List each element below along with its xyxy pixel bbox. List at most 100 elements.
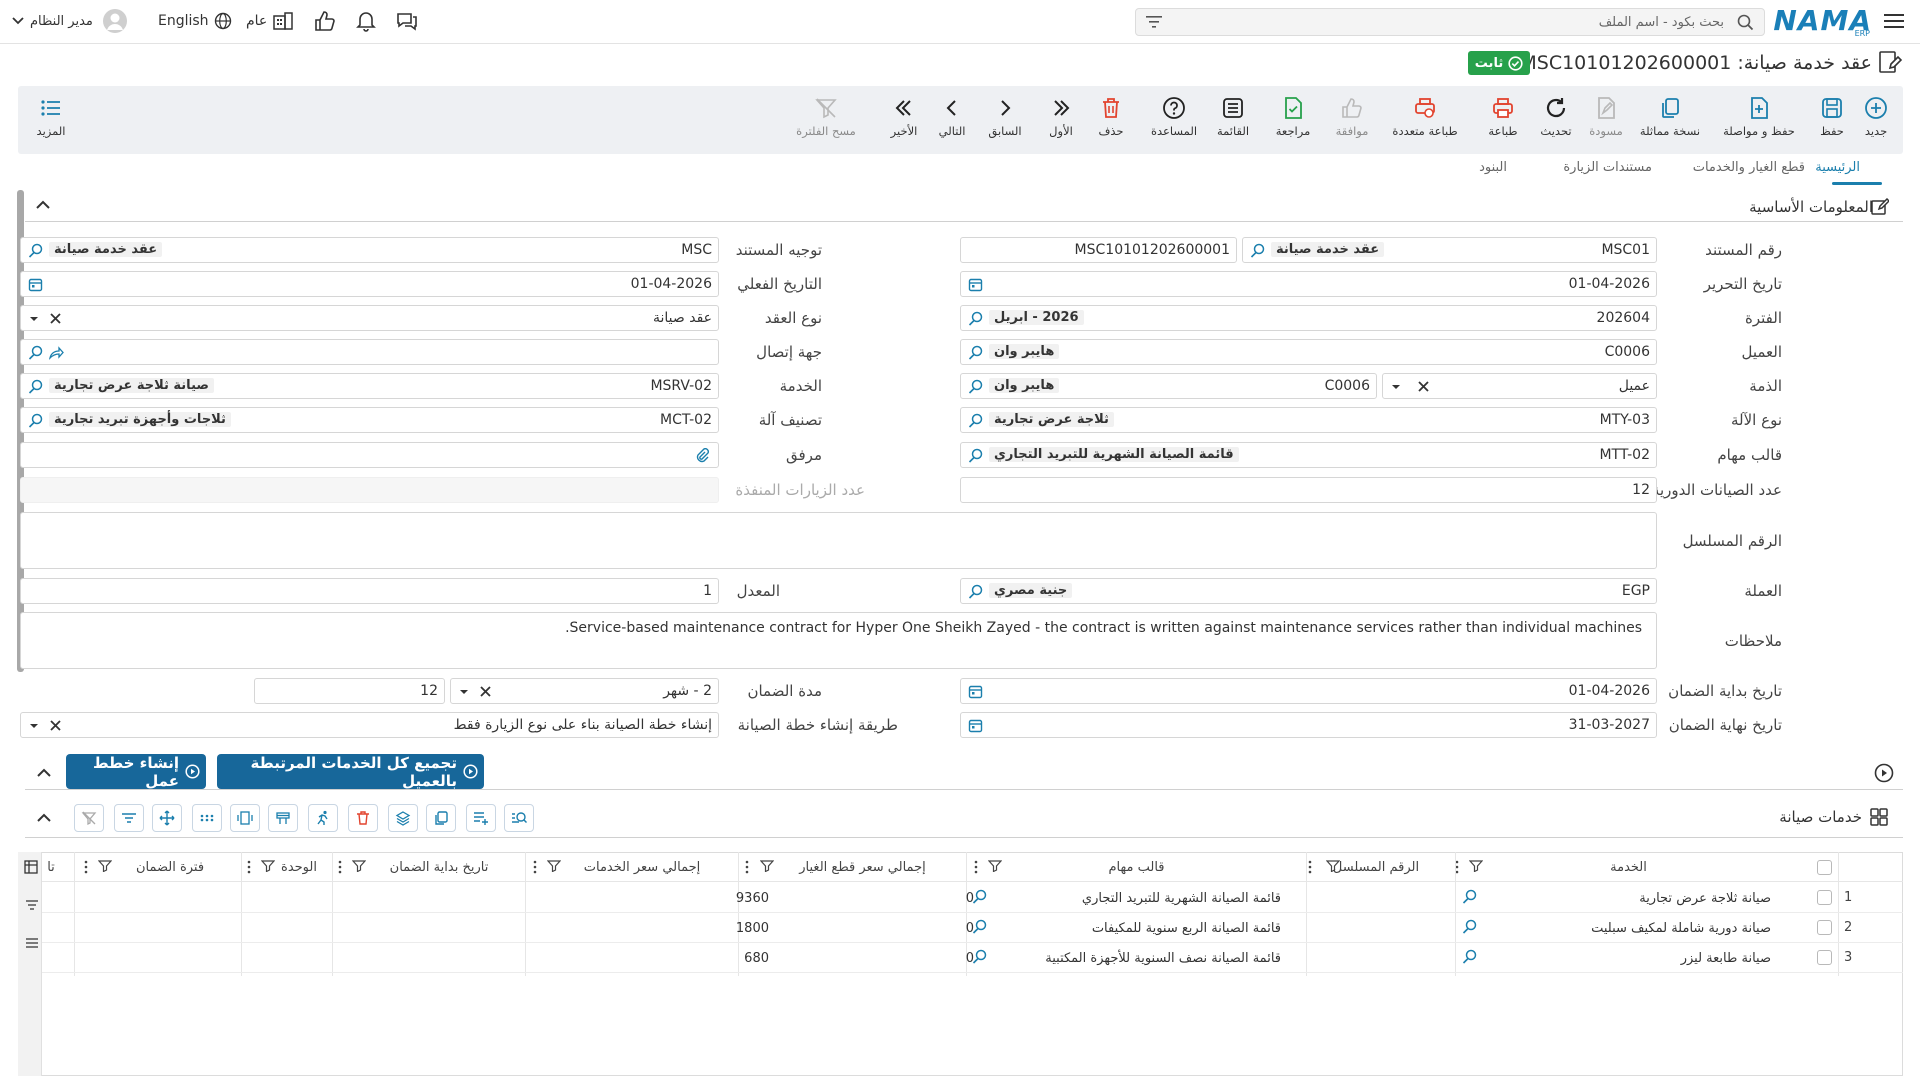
lookup-icon[interactable] bbox=[972, 919, 987, 934]
filter-icon[interactable] bbox=[352, 860, 366, 872]
warranty-unit-select[interactable]: 2 - شهر bbox=[450, 678, 719, 704]
lookup-icon[interactable] bbox=[1462, 949, 1477, 964]
column-menu-icon[interactable] bbox=[247, 860, 251, 874]
app-logo[interactable]: NAMA ERP bbox=[1773, 4, 1872, 40]
review-button[interactable]: مراجعة bbox=[1270, 86, 1316, 154]
warranty-period-field[interactable]: 12 bbox=[254, 678, 445, 704]
refresh-button[interactable]: تحديث bbox=[1534, 86, 1578, 154]
plan-method-select[interactable]: إنشاء خطة الصيانة بناء على نوع الزيارة ف… bbox=[20, 712, 719, 738]
menu-icon[interactable] bbox=[1884, 12, 1904, 30]
scope-selector[interactable]: عام bbox=[246, 12, 294, 30]
row-checkbox[interactable] bbox=[1817, 950, 1832, 965]
dropdown-arrow-icon[interactable] bbox=[459, 684, 474, 699]
filter-icon[interactable] bbox=[98, 860, 112, 872]
clear-filter-button[interactable]: مسح الفلترة bbox=[788, 86, 864, 154]
actual-date-field[interactable]: 01-04-2026 bbox=[20, 271, 719, 297]
column-menu-icon[interactable] bbox=[84, 860, 88, 874]
task-template-field[interactable]: MTT-02 قائمة الصيانة الشهرية للتبريد الت… bbox=[960, 442, 1657, 468]
doc-code-field[interactable]: MSC01 عقد خدمة صيانة bbox=[1242, 237, 1657, 263]
grid-layers-button[interactable] bbox=[388, 804, 418, 832]
machine-type-field[interactable]: MTY-03 ثلاجة عرض تجارية bbox=[960, 407, 1657, 433]
lookup-icon[interactable] bbox=[28, 345, 43, 360]
previous-button[interactable]: السابق bbox=[982, 86, 1028, 154]
play-circle-icon[interactable] bbox=[1874, 763, 1894, 783]
col-header-serial[interactable]: الرقم المسلسل bbox=[1308, 852, 1452, 882]
tab-parts-services[interactable]: قطع الغيار والخدمات bbox=[1693, 160, 1805, 175]
table-row[interactable]: 3 صيانة طابعة ليزر قائمة الصيانة نصف الس… bbox=[42, 943, 1903, 973]
col-header-truncated[interactable]: تا bbox=[42, 852, 60, 882]
grid-search-button[interactable] bbox=[504, 804, 534, 832]
dropdown-arrow-icon[interactable] bbox=[29, 718, 44, 733]
filter-icon[interactable] bbox=[1146, 15, 1162, 29]
lookup-icon[interactable] bbox=[968, 311, 983, 326]
create-plans-button[interactable]: إنشاء خطط عمل bbox=[66, 754, 206, 790]
select-all-checkbox[interactable] bbox=[1817, 860, 1832, 875]
column-menu-icon[interactable] bbox=[745, 860, 749, 874]
lookup-icon[interactable] bbox=[1462, 919, 1477, 934]
collapse-actions-icon[interactable] bbox=[37, 768, 51, 777]
calendar-icon[interactable] bbox=[968, 718, 983, 733]
messages-icon[interactable] bbox=[396, 11, 418, 31]
row-checkbox[interactable] bbox=[1817, 890, 1832, 905]
grid-filter-button[interactable] bbox=[114, 804, 144, 832]
help-button[interactable]: المساعدة bbox=[1146, 86, 1202, 154]
side-menu-icon[interactable] bbox=[25, 937, 39, 949]
user-menu[interactable]: مدير النظام bbox=[12, 9, 127, 33]
lookup-icon[interactable] bbox=[968, 345, 983, 360]
filter-icon[interactable] bbox=[1469, 860, 1483, 872]
lookup-icon[interactable] bbox=[968, 448, 983, 463]
collapse-grid-icon[interactable] bbox=[37, 813, 51, 822]
lookup-icon[interactable] bbox=[28, 243, 43, 258]
new-button[interactable]: جديد bbox=[1856, 86, 1896, 154]
column-menu-icon[interactable] bbox=[1308, 860, 1312, 874]
col-header-warranty-start[interactable]: تاريخ بداية الضمان bbox=[334, 852, 524, 882]
lookup-icon[interactable] bbox=[968, 584, 983, 599]
search-input[interactable] bbox=[1204, 9, 1724, 35]
row-checkbox[interactable] bbox=[1817, 920, 1832, 935]
rate-field[interactable]: 1 bbox=[20, 578, 719, 604]
doc-direction-field[interactable]: MSC عقد خدمة صيانة bbox=[20, 237, 719, 263]
group-services-button[interactable]: تجميع كل الخدمات المرتبطة بالعميل bbox=[217, 754, 484, 790]
service-field[interactable]: MSRV-02 صيانة ثلاجة عرض تجارية bbox=[20, 373, 719, 399]
dropdown-arrow-icon[interactable] bbox=[29, 311, 44, 326]
machine-class-field[interactable]: MCT-02 ثلاجات وأجهزة تبريد تجارية bbox=[20, 407, 719, 433]
draft-button[interactable]: مسودة bbox=[1584, 86, 1628, 154]
col-header-template[interactable]: قالب مهام bbox=[968, 852, 1305, 882]
grid-export-button[interactable] bbox=[268, 804, 298, 832]
period-field[interactable]: 202604 2026 - ابريل bbox=[960, 305, 1657, 331]
language-selector[interactable]: English bbox=[158, 12, 232, 30]
serial-textarea[interactable] bbox=[20, 512, 1657, 569]
filter-icon[interactable] bbox=[760, 860, 774, 872]
collapse-section-icon[interactable] bbox=[36, 200, 50, 209]
last-button[interactable]: الأخير bbox=[884, 86, 924, 154]
paperclip-icon[interactable] bbox=[695, 448, 710, 463]
save-button[interactable]: حفظ bbox=[1812, 86, 1852, 154]
next-button[interactable]: التالي bbox=[932, 86, 972, 154]
list-button[interactable]: القائمة bbox=[1210, 86, 1256, 154]
col-header-service[interactable]: الخدمة bbox=[1455, 852, 1802, 882]
approve-button[interactable]: موافقة bbox=[1328, 86, 1376, 154]
clear-icon[interactable] bbox=[49, 311, 64, 326]
account-field[interactable]: C0006 هايبر وان bbox=[960, 373, 1377, 399]
calendar-icon[interactable] bbox=[968, 277, 983, 292]
delete-button[interactable]: حذف bbox=[1092, 86, 1130, 154]
notes-textarea[interactable]: Service-based maintenance contract for H… bbox=[20, 612, 1657, 669]
clear-icon[interactable] bbox=[49, 718, 64, 733]
lookup-icon[interactable] bbox=[972, 889, 987, 904]
lookup-icon[interactable] bbox=[968, 413, 983, 428]
account-type-select[interactable]: عميل bbox=[1382, 373, 1657, 399]
grid-move-button[interactable] bbox=[152, 804, 182, 832]
grid-clear-filter-button[interactable] bbox=[74, 804, 104, 832]
warranty-start-field[interactable]: 01-04-2026 bbox=[960, 678, 1657, 704]
calendar-icon[interactable] bbox=[968, 684, 983, 699]
col-header-unit[interactable]: الوحدة bbox=[243, 852, 331, 882]
currency-field[interactable]: EGP جنية مصري bbox=[960, 578, 1657, 604]
notifications-icon[interactable] bbox=[356, 10, 376, 32]
grid-add-row-button[interactable] bbox=[466, 804, 496, 832]
share-icon[interactable] bbox=[49, 345, 64, 360]
tab-items[interactable]: البنود bbox=[1479, 160, 1507, 175]
col-header-parts-total[interactable]: إجمالي سعر قطع الغيار bbox=[740, 852, 965, 882]
table-row[interactable]: 2 صيانة دورية شاملة لمكيف سبليت قائمة ال… bbox=[42, 913, 1903, 943]
dropdown-arrow-icon[interactable] bbox=[1391, 379, 1406, 394]
multi-print-button[interactable]: طباعة متعددة bbox=[1388, 86, 1462, 154]
